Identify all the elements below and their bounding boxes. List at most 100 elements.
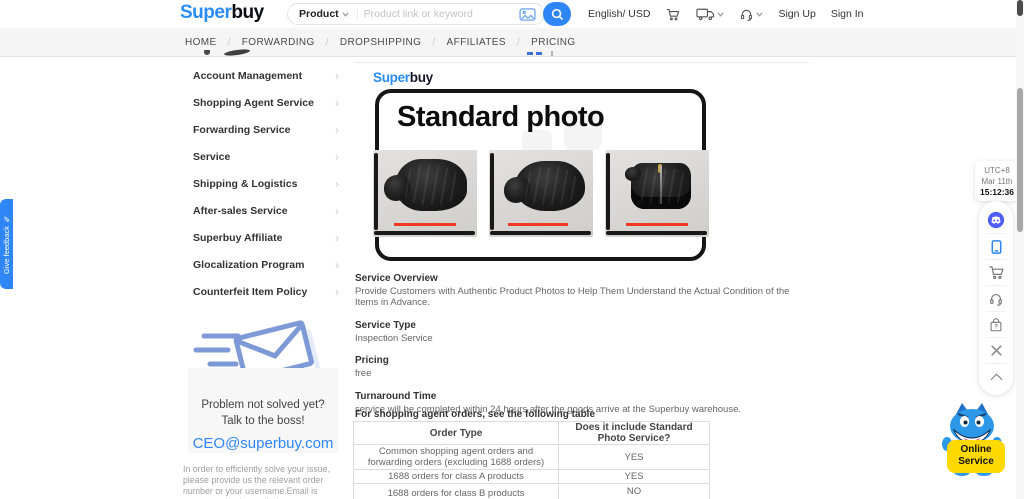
image-search-icon[interactable] xyxy=(519,7,536,21)
breadcrumb-remnant xyxy=(527,52,533,55)
photo-frame-bar xyxy=(490,153,494,230)
sidebar-item-label: Superbuy Affiliate xyxy=(193,231,283,244)
sidebar-item[interactable]: Superbuy Affiliate › xyxy=(180,224,346,251)
superbuy-logo[interactable]: Superbuy xyxy=(180,2,264,24)
chevron-right-icon: › xyxy=(335,149,339,164)
chevron-right-icon: › xyxy=(335,230,339,245)
search-button[interactable] xyxy=(543,2,571,26)
service-section: Service Overview Provide Customers with … xyxy=(355,273,811,308)
page: Superbuy Product English/ USD xyxy=(0,0,1024,499)
sidebar-item-label: Glocalization Program xyxy=(193,258,305,271)
locale-currency-selector[interactable]: English/ USD xyxy=(588,8,650,20)
pencil-icon: ✎ xyxy=(2,213,11,223)
nav-item[interactable]: AFFILIATES xyxy=(447,37,532,48)
sidebar-item[interactable]: Glocalization Program › xyxy=(180,251,346,278)
service-table-body: Common shopping agent orders and forward… xyxy=(353,444,710,499)
nav-item-label: HOME xyxy=(185,36,217,48)
section-body: Inspection Service xyxy=(355,332,433,344)
nav-item[interactable]: HOME xyxy=(185,37,242,48)
cell-order-type: Common shopping agent orders and forward… xyxy=(353,444,559,470)
nav-item[interactable]: FORWARDING xyxy=(242,37,340,48)
search-category-dropdown[interactable]: Product xyxy=(288,8,357,20)
discord-icon[interactable] xyxy=(986,207,1006,233)
top-right-cluster: English/ USD Sign Up Sign In xyxy=(588,0,864,28)
primary-nav: HOME FORWARDING DROPSHIPPING AFFILIATES … xyxy=(0,28,1024,57)
bag-help-icon[interactable]: ? xyxy=(986,311,1006,337)
sidebar-item[interactable]: Shipping & Logistics › xyxy=(180,170,346,197)
measure-line xyxy=(508,223,568,226)
sidebar-item[interactable]: Service › xyxy=(180,143,346,170)
table-header-row: Order Type Does it include Standard Phot… xyxy=(353,421,710,445)
section-heading: Turnaround Time xyxy=(355,390,437,402)
table-title: For shopping agent orders, see the follo… xyxy=(355,409,596,420)
clock-date: Mar 11th xyxy=(981,177,1013,186)
mobile-app-icon[interactable] xyxy=(986,233,1006,259)
cart-icon[interactable] xyxy=(665,7,681,22)
give-feedback-tab[interactable]: Give feedback ✎ xyxy=(0,199,13,289)
col-header-order-type: Order Type xyxy=(353,421,559,445)
ceo-email-link[interactable]: CEO@superbuy.com xyxy=(188,435,338,452)
scrollbar-track[interactable] xyxy=(1016,0,1024,499)
cart-icon[interactable] xyxy=(986,259,1006,285)
chevron-down-icon xyxy=(342,11,349,17)
section-body: free xyxy=(355,368,372,379)
section-body: Provide Customers with Authentic Product… xyxy=(355,286,790,308)
search-category-label: Product xyxy=(299,8,339,20)
sidebar-item[interactable]: Shopping Agent Service › xyxy=(180,89,346,116)
product-photo xyxy=(489,150,593,237)
nav-item-label: FORWARDING xyxy=(241,36,315,48)
headset-icon xyxy=(741,9,753,21)
cell-included: YES xyxy=(558,469,710,484)
sidebar-item-label: Forwarding Service xyxy=(193,123,291,136)
nav-item-label: PRICING xyxy=(531,36,576,48)
close-icon[interactable] xyxy=(986,337,1006,363)
product-photo xyxy=(605,150,709,237)
nav-item[interactable]: DROPSHIPPING xyxy=(340,37,447,48)
shipping-menu[interactable] xyxy=(696,7,725,21)
sidebar-item-label: Counterfeit Item Policy xyxy=(193,285,308,298)
chevron-right-icon: › xyxy=(335,176,339,191)
chevron-right-icon: › xyxy=(335,68,339,83)
help-box-line2: Talk to the boss! xyxy=(221,415,305,427)
sidebar-menu: Account Management › Shopping Agent Serv… xyxy=(180,62,346,305)
sidebar-item[interactable]: Counterfeit Item Policy › xyxy=(180,278,346,305)
search-input[interactable] xyxy=(357,8,519,20)
cell-order-type: 1688 orders for class A products xyxy=(353,469,559,484)
nav-item[interactable]: PRICING xyxy=(531,37,575,48)
online-service-mascot[interactable]: Online Service xyxy=(940,402,1008,478)
sidebar-item[interactable]: After-sales Service › xyxy=(180,197,346,224)
service-section: Service Type Inspection Service xyxy=(355,320,811,344)
cell-included: YES xyxy=(558,444,710,470)
main-nav-list: HOME FORWARDING DROPSHIPPING AFFILIATES … xyxy=(0,28,1024,56)
support-menu[interactable] xyxy=(739,7,764,22)
photo-frame-bar xyxy=(374,231,475,235)
photo-frame-bar xyxy=(490,231,591,235)
section-heading: Service Type xyxy=(355,319,416,331)
headset-icon[interactable] xyxy=(986,285,1006,311)
logo-part-super: Super xyxy=(180,2,232,23)
nav-item-label: AFFILIATES xyxy=(446,36,506,48)
sign-up-link[interactable]: Sign Up xyxy=(778,8,815,20)
sample-photos-row xyxy=(373,150,709,237)
content-superbuy-logo: Superbuy xyxy=(373,70,433,85)
search-icon xyxy=(551,8,563,20)
col-header-included: Does it include Standard Photo Service? xyxy=(558,421,710,445)
photo-frame-bar xyxy=(606,153,610,230)
top-bar: Superbuy Product English/ USD xyxy=(0,0,1024,28)
jacket-image xyxy=(384,159,467,211)
sidebar-item-label: Account Management xyxy=(193,69,303,82)
nav-item-label: DROPSHIPPING xyxy=(339,36,422,48)
breadcrumb-remnant xyxy=(536,52,542,55)
sidebar-item[interactable]: Forwarding Service › xyxy=(180,116,346,143)
logo-part-buy: buy xyxy=(231,2,264,23)
scrollbar-thumb[interactable] xyxy=(1017,88,1023,232)
section-heading: Service Overview xyxy=(355,273,438,284)
collapse-icon[interactable] xyxy=(986,363,1006,389)
chevron-right-icon: › xyxy=(335,203,339,218)
sidebar-item-label: Shopping Agent Service xyxy=(193,96,314,109)
svg-text:?: ? xyxy=(994,323,998,330)
online-service-badge[interactable]: Online Service xyxy=(947,440,1005,473)
chevron-right-icon: › xyxy=(335,284,339,299)
sidebar-item[interactable]: Account Management › xyxy=(180,62,346,89)
sign-in-link[interactable]: Sign In xyxy=(831,8,864,20)
